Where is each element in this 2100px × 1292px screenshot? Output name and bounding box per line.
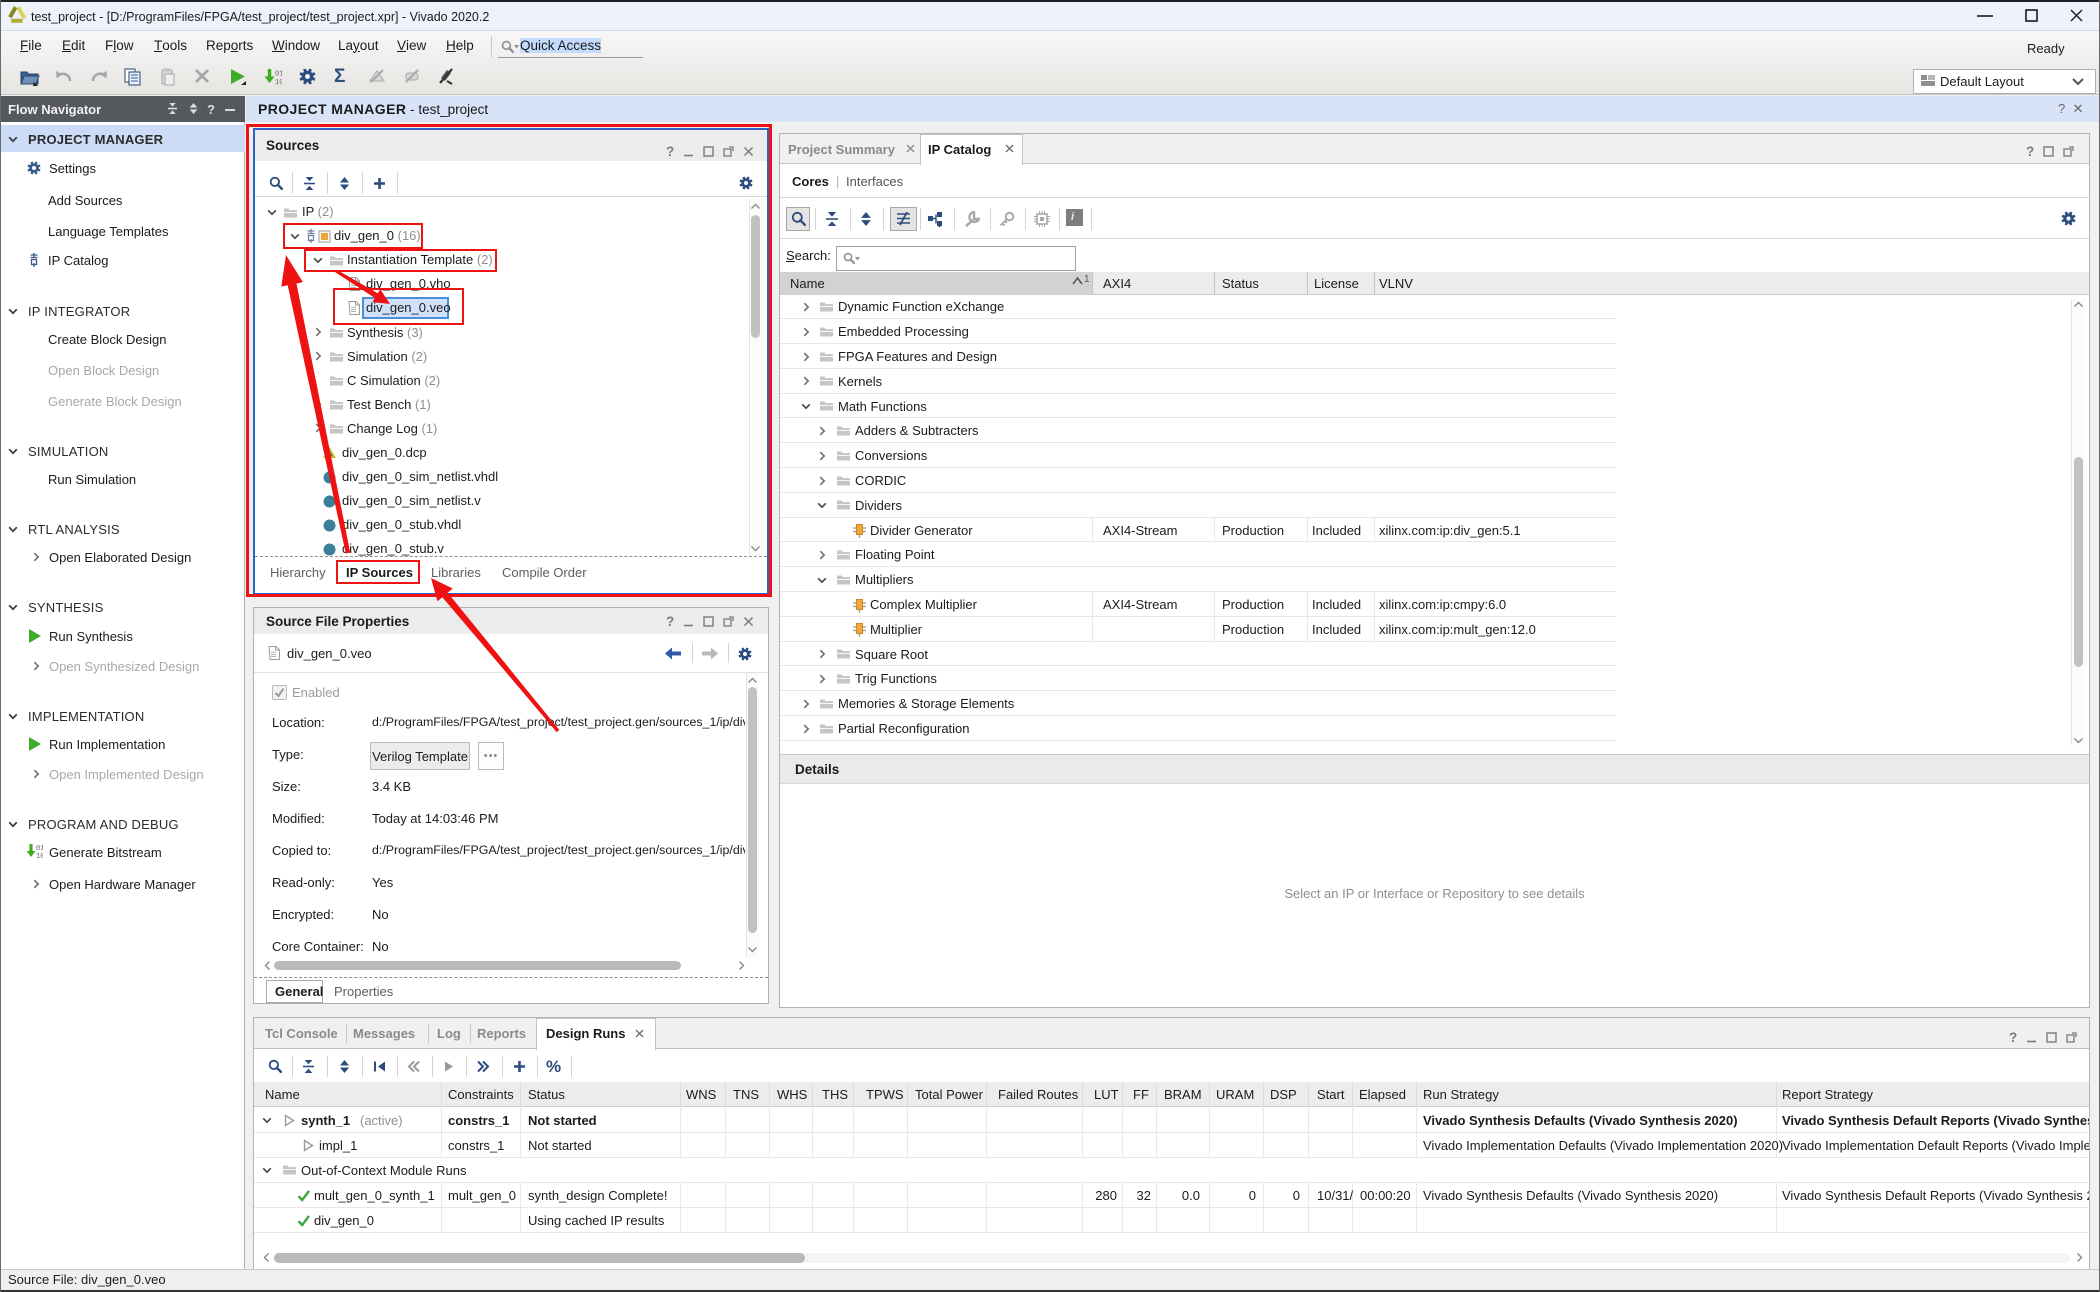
svg-text:10: 10	[36, 853, 43, 860]
svg-text:01: 01	[275, 71, 282, 79]
svg-text:01: 01	[36, 845, 43, 853]
svg-text:10: 10	[275, 79, 282, 86]
